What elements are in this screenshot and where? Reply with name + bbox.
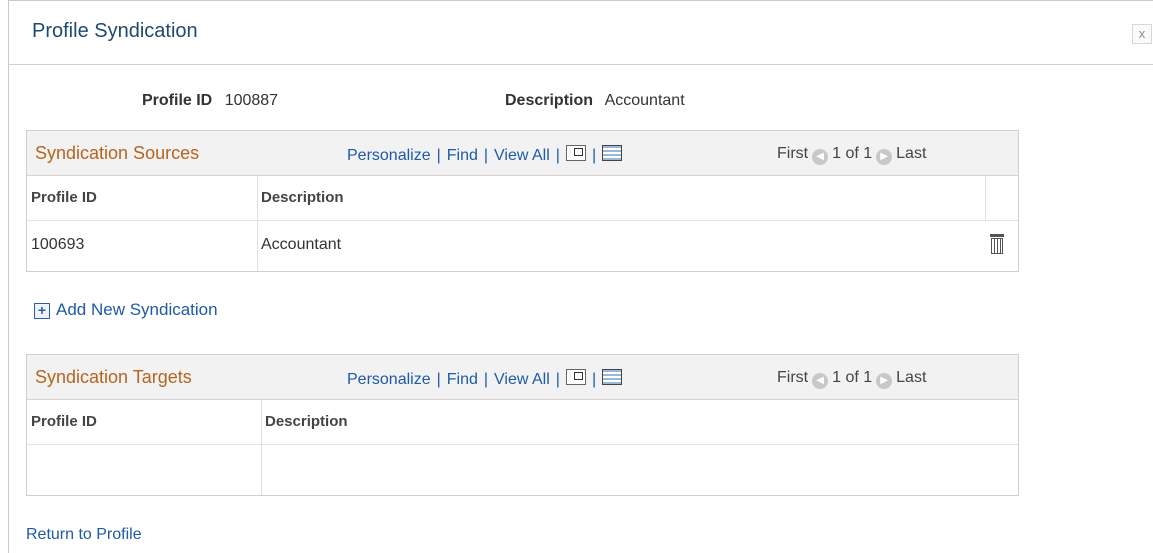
table-row: 100693 Accountant xyxy=(27,221,1018,271)
return-to-profile-link[interactable]: Return to Profile xyxy=(26,526,142,544)
find-link[interactable]: Find xyxy=(447,371,478,388)
add-new-syndication-link[interactable]: + Add New Syndication xyxy=(34,300,218,320)
zoom-icon[interactable] xyxy=(565,145,586,161)
separator: | xyxy=(483,371,489,388)
column-header-profile-id: Profile ID xyxy=(31,413,97,430)
grid-title: Syndication Sources xyxy=(35,143,200,163)
grid-toolbar: Personalize | Find | View All | | xyxy=(347,145,623,165)
separator: | xyxy=(555,147,560,164)
spreadsheet-icon[interactable] xyxy=(602,369,623,385)
next-arrow-icon[interactable]: ▶ xyxy=(876,149,893,165)
grid-header: Syndication Targets Personalize | Find | Vie… xyxy=(27,355,1018,400)
first-link[interactable]: First xyxy=(777,145,808,162)
zoom-icon[interactable] xyxy=(565,369,586,385)
syndication-sources-grid: Syndication Sources Personalize | Find | Vie… xyxy=(26,130,1019,272)
description-field: Description Accountant xyxy=(505,92,685,110)
description-label: Description xyxy=(505,92,594,109)
pager: First ◀ 1 of 1 ▶ Last xyxy=(777,369,926,389)
separator: | xyxy=(483,147,489,164)
column-header-description: Description xyxy=(261,189,344,206)
trash-icon xyxy=(990,234,1004,237)
profile-id-field: Profile ID 100887 xyxy=(142,92,278,110)
separator: | xyxy=(591,371,597,388)
add-new-syndication-label: Add New Syndication xyxy=(56,300,218,319)
column-header-row: Profile ID Description xyxy=(27,176,1018,221)
syndication-targets-grid: Syndication Targets Personalize | Find | Vie… xyxy=(26,354,1019,496)
column-header-profile-id: Profile ID xyxy=(31,189,97,206)
next-arrow-icon[interactable]: ▶ xyxy=(876,373,893,389)
profile-id-label: Profile ID xyxy=(142,92,213,109)
find-link[interactable]: Find xyxy=(447,147,478,164)
grid-header: Syndication Sources Personalize | Find | Vie… xyxy=(27,131,1018,176)
view-all-link[interactable]: View All xyxy=(494,371,550,388)
separator: | xyxy=(555,371,560,388)
last-link[interactable]: Last xyxy=(896,369,926,386)
last-link[interactable]: Last xyxy=(896,145,926,162)
personalize-link[interactable]: Personalize xyxy=(347,147,431,164)
row-count: 1 of 1 xyxy=(832,369,873,386)
close-icon: x xyxy=(1138,26,1146,41)
profile-id-cell: 100693 xyxy=(31,236,85,253)
dialog-title-bar: Profile Syndication x xyxy=(8,0,1153,65)
profile-id-value: 100887 xyxy=(224,92,279,109)
row-count: 1 of 1 xyxy=(832,145,873,162)
delete-row-button[interactable] xyxy=(989,234,1005,254)
dialog-title: Profile Syndication xyxy=(32,20,198,42)
pager: First ◀ 1 of 1 ▶ Last xyxy=(777,145,926,165)
column-header-description: Description xyxy=(265,413,348,430)
personalize-link[interactable]: Personalize xyxy=(347,371,431,388)
spreadsheet-icon[interactable] xyxy=(602,145,623,161)
table-row-empty xyxy=(27,445,1018,495)
separator: | xyxy=(436,371,441,388)
close-button[interactable]: x xyxy=(1132,24,1152,44)
first-link[interactable]: First xyxy=(777,369,808,386)
separator: | xyxy=(591,147,597,164)
description-value: Accountant xyxy=(604,92,685,109)
previous-arrow-icon[interactable]: ◀ xyxy=(812,373,829,389)
description-cell: Accountant xyxy=(261,236,342,253)
view-all-link[interactable]: View All xyxy=(494,147,550,164)
column-header-row: Profile ID Description xyxy=(27,400,1018,445)
grid-title: Syndication Targets xyxy=(35,367,192,387)
plus-icon: + xyxy=(34,303,50,319)
grid-toolbar: Personalize | Find | View All | | xyxy=(347,369,623,389)
separator: | xyxy=(436,147,441,164)
previous-arrow-icon[interactable]: ◀ xyxy=(812,149,829,165)
